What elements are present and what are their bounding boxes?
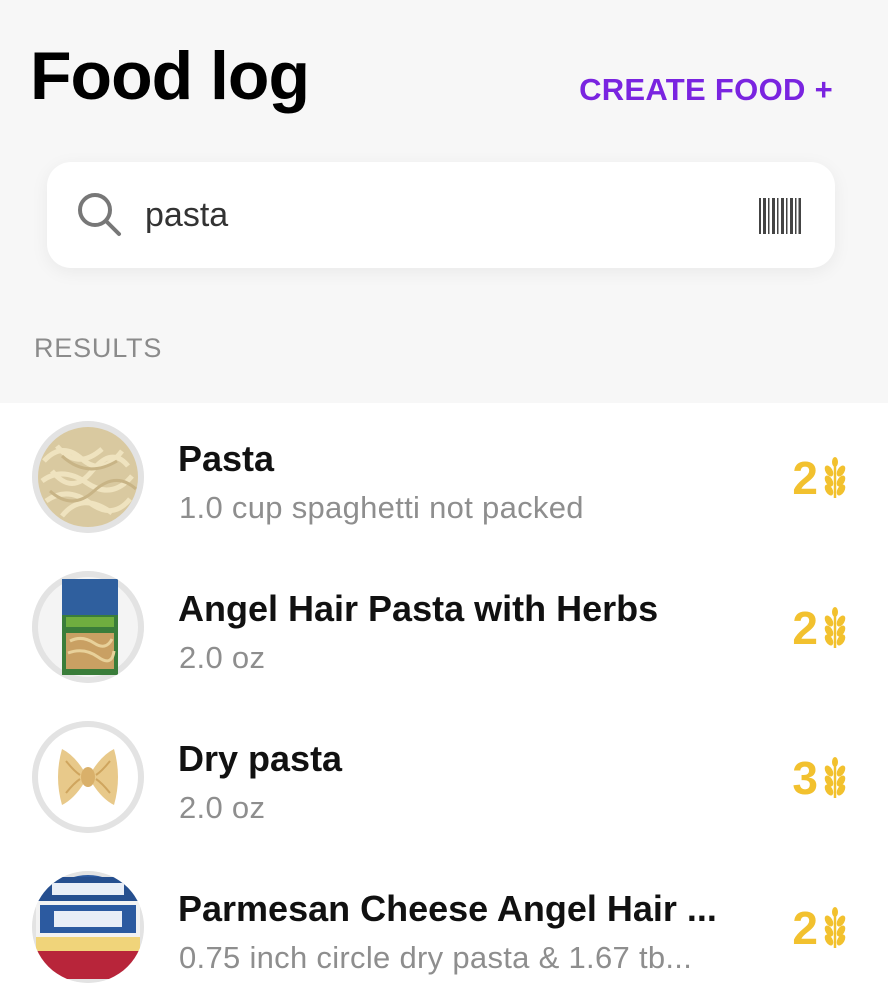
search-icon [78,193,121,236]
item-name: Parmesan Cheese Angel Hair ... [178,888,717,929]
wheat-icon [824,907,846,948]
carb-count: 2 [792,453,848,503]
carb-count: 3 [792,753,848,803]
wheat-icon [824,757,846,798]
wheat-icon [824,457,846,498]
pasta-roni-parmesan-box [32,871,144,983]
create-food-button[interactable]: CREATE FOOD + [579,70,833,110]
carb-count: 2 [792,903,848,953]
results-label: RESULTS [34,333,163,363]
list-item[interactable]: Angel Hair Pasta with Herbs 2.0 oz 2 [0,553,888,703]
carb-value: 3 [792,752,818,804]
item-description: 0.75 inch circle dry pasta & 1.67 tb... [179,940,693,975]
item-description: 2.0 oz [179,790,266,825]
header-area: Food log CREATE FOOD + RESULTS [0,0,888,403]
item-description: 1.0 cup spaghetti not packed [179,490,584,525]
carb-value: 2 [792,602,818,654]
item-name: Pasta [178,438,275,479]
list-item[interactable]: Parmesan Cheese Angel Hair ... 0.75 inch… [0,853,888,1003]
search-input[interactable] [145,186,705,244]
page-title: Food log [30,38,310,114]
carb-value: 2 [792,902,818,954]
list-item[interactable]: Dry pasta 2.0 oz 3 [0,703,888,853]
carb-value: 2 [792,452,818,504]
pasta-roni-box [32,571,144,683]
item-name: Angel Hair Pasta with Herbs [178,588,659,629]
search-bar [47,162,835,268]
list-item[interactable]: Pasta 1.0 cup spaghetti not packed 2 [0,403,888,553]
spaghetti-photo [32,421,144,533]
item-description: 2.0 oz [179,640,266,675]
carb-count: 2 [792,603,848,653]
wheat-icon [824,607,846,648]
farfalle-photo [32,721,144,833]
item-name: Dry pasta [178,738,343,779]
barcode-icon[interactable] [759,198,801,234]
